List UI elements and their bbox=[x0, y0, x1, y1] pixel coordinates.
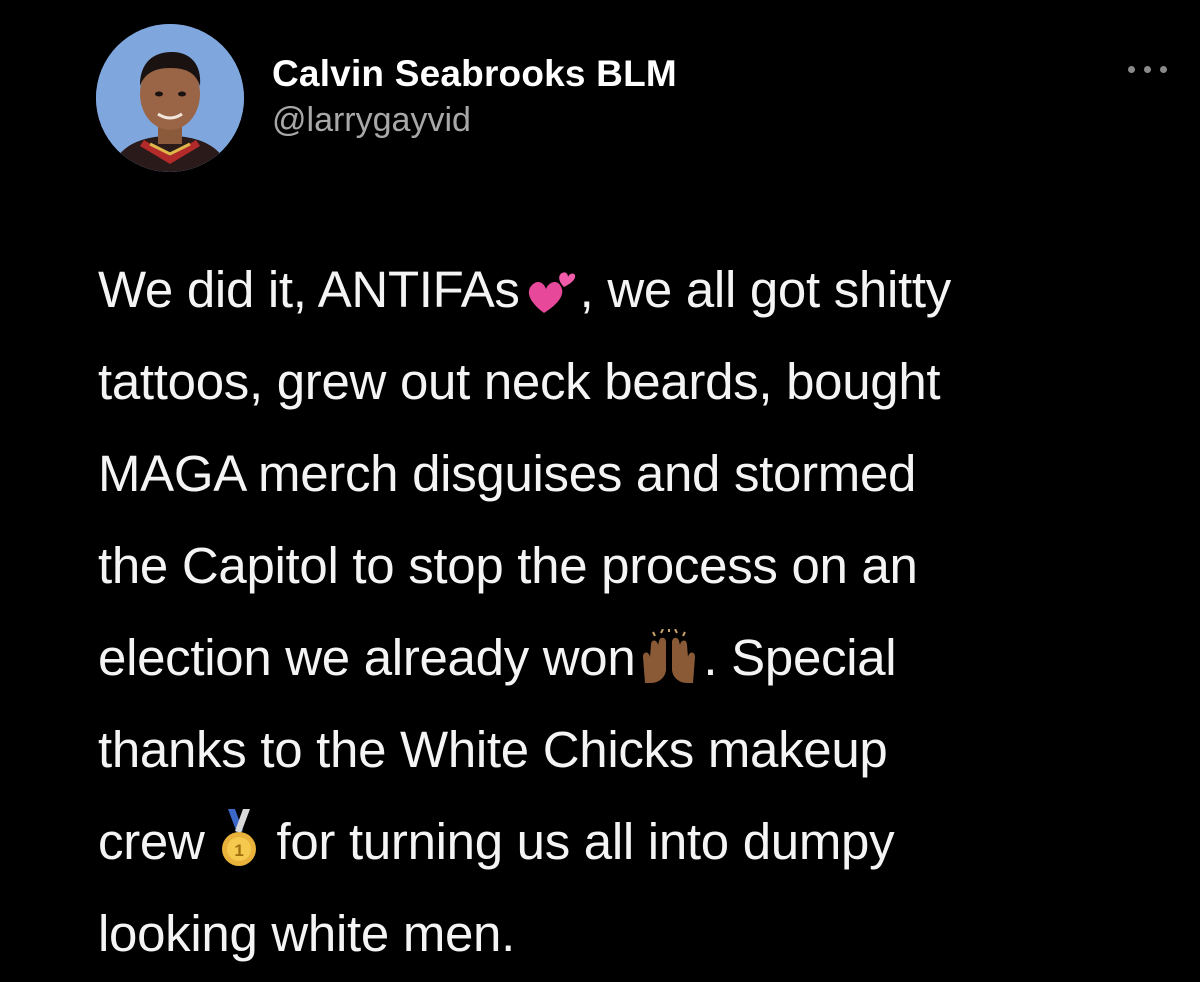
tweet-line: We did it, ANTIFAs , we all got shitty bbox=[98, 244, 1178, 336]
author-names: Calvin Seabrooks BLM @larrygayvid bbox=[272, 52, 677, 142]
tweet-header: Calvin Seabrooks BLM @larrygayvid bbox=[96, 24, 1176, 174]
tweet-line: the Capitol to stop the process on an bbox=[98, 537, 918, 594]
text-segment: , we all got shitty bbox=[579, 261, 952, 318]
avatar[interactable] bbox=[96, 24, 244, 172]
tweet-text: We did it, ANTIFAs , we all got shitty ta… bbox=[98, 244, 1178, 980]
user-handle[interactable]: @larrygayvid bbox=[272, 98, 677, 142]
text-segment: . Special bbox=[703, 629, 897, 686]
tweet-line: crew 1 for turning us all into dumpy bbox=[98, 796, 1178, 888]
display-name[interactable]: Calvin Seabrooks BLM bbox=[272, 52, 677, 96]
tweet-line: thanks to the White Chicks makeup bbox=[98, 721, 888, 778]
two-hearts-emoji-icon bbox=[524, 269, 576, 317]
tweet-line: MAGA merch disguises and stormed bbox=[98, 445, 917, 502]
text-segment: crew bbox=[98, 813, 205, 870]
text-segment: election we already won bbox=[98, 629, 636, 686]
svg-text:1: 1 bbox=[235, 841, 244, 860]
text-segment: We did it, ANTIFAs bbox=[98, 261, 520, 318]
text-segment: for turning us all into dumpy bbox=[276, 813, 895, 870]
raising-hands-emoji-icon bbox=[639, 629, 699, 685]
tweet-line: election we already won . Special bbox=[98, 612, 1178, 704]
more-horizontal-icon[interactable] bbox=[1124, 58, 1172, 78]
tweet-line: tattoos, grew out neck beards, bought bbox=[98, 353, 941, 410]
tweet-card: Calvin Seabrooks BLM @larrygayvid We did… bbox=[0, 0, 1200, 982]
tweet-line: looking white men. bbox=[98, 905, 515, 962]
avatar-photo bbox=[96, 24, 244, 172]
first-place-medal-emoji-icon: 1 bbox=[218, 809, 260, 869]
